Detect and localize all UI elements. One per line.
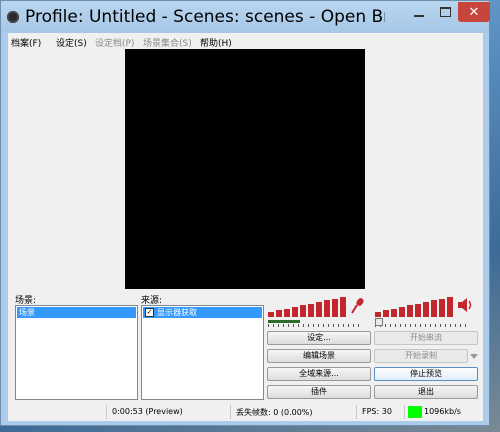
preview-display[interactable]	[125, 49, 365, 289]
desktop-meter-bar	[439, 299, 445, 317]
obs-main-window: Profile: Untitled - Scenes: scenes - Ope…	[0, 0, 490, 426]
desktop-meter-bar	[447, 297, 453, 317]
desktop-slider-thumb[interactable]	[375, 318, 383, 326]
exit-button[interactable]: 退出	[374, 385, 478, 399]
scene-item[interactable]: 场景	[17, 307, 136, 318]
menu-profiles[interactable]: 设定档(P)	[95, 36, 134, 49]
global-sources-button[interactable]: 全域来源...	[267, 367, 371, 381]
desktop-meter-bar	[407, 305, 413, 317]
status-separator	[106, 405, 107, 419]
mic-meter-bar	[340, 297, 346, 317]
status-bar: 0:00:53 (Preview) 丢失帧数: 0 (0.00%) FPS: 3…	[8, 403, 483, 421]
mic-meter-bar	[308, 304, 314, 317]
start-recording-button[interactable]: 开始录制	[374, 349, 468, 363]
record-dropdown-icon[interactable]	[470, 354, 478, 359]
window-title: Profile: Untitled - Scenes: scenes - Ope…	[25, 7, 385, 27]
menu-file[interactable]: 档案(F)	[11, 36, 41, 49]
mic-meter-bar	[284, 309, 290, 317]
close-icon: ✕	[468, 4, 480, 20]
desktop-slider-ticks	[375, 324, 467, 327]
settings-button[interactable]: 设定...	[267, 331, 371, 345]
status-separator	[404, 405, 405, 419]
mic-slider-fill	[268, 320, 300, 323]
source-item-label: 显示器获取	[157, 308, 197, 317]
desktop-meter-bar	[399, 307, 405, 317]
status-separator	[356, 405, 357, 419]
mic-meter-bar	[292, 307, 298, 317]
mic-meter-bar	[300, 305, 306, 317]
desktop-meter-bar	[423, 302, 429, 317]
status-time: 0:00:53 (Preview)	[112, 407, 183, 416]
close-button[interactable]: ✕	[458, 2, 490, 22]
mic-slider-ticks	[268, 324, 360, 327]
status-dropped-frames: 丢失帧数: 0 (0.00%)	[236, 408, 313, 417]
obs-app-icon	[7, 11, 19, 23]
desktop-meter-bar	[431, 300, 437, 317]
bitrate-indicator	[408, 406, 422, 418]
minimize-icon	[414, 15, 424, 17]
mic-meter-bar	[332, 299, 338, 317]
source-visibility-checkbox[interactable]: ✓	[145, 308, 154, 317]
maximize-button[interactable]	[432, 2, 458, 22]
mic-meter-bar	[324, 300, 330, 317]
status-bitrate: 1096kb/s	[424, 407, 461, 416]
mic-meter-bar	[268, 312, 274, 317]
microphone-icon[interactable]	[351, 298, 365, 314]
sources-list[interactable]: ✓ 显示器获取	[141, 305, 264, 400]
desktop-meter-bar	[415, 304, 421, 317]
desktop-meter-bar	[375, 312, 381, 317]
maximize-icon	[439, 7, 451, 17]
start-streaming-button[interactable]: 开始串流	[374, 331, 478, 345]
title-bar[interactable]: Profile: Untitled - Scenes: scenes - Ope…	[1, 1, 490, 33]
mic-meter-bar	[276, 310, 282, 317]
menu-settings[interactable]: 设定(S)	[56, 36, 87, 49]
status-fps: FPS: 30	[362, 407, 392, 416]
desktop-meter-bar	[383, 310, 389, 317]
desktop-meter-bar	[391, 309, 397, 317]
edit-scene-button[interactable]: 编辑场景	[267, 349, 371, 363]
stop-preview-button[interactable]: 停止预览	[374, 367, 478, 381]
menu-scene-collections[interactable]: 场景集合(S)	[143, 36, 192, 49]
status-separator	[230, 405, 231, 419]
menu-help[interactable]: 帮助(H)	[200, 36, 232, 49]
desktop-volume-slider[interactable]	[375, 318, 467, 327]
plugins-button[interactable]: 插件	[267, 385, 371, 399]
client-area: 档案(F) 设定(S) 设定档(P) 场景集合(S) 帮助(H) 场景: 场景 …	[8, 33, 483, 421]
speaker-icon[interactable]	[457, 298, 473, 312]
mic-meter-bar	[316, 302, 322, 317]
mic-volume-slider[interactable]	[268, 320, 360, 327]
desktop-volume-meter	[375, 297, 453, 317]
scenes-list[interactable]: 场景	[15, 305, 138, 400]
mic-volume-meter	[268, 297, 346, 317]
minimize-button[interactable]	[406, 2, 432, 22]
menu-bar: 档案(F) 设定(S) 设定档(P) 场景集合(S) 帮助(H)	[8, 33, 483, 49]
source-item[interactable]: ✓ 显示器获取	[143, 307, 262, 318]
